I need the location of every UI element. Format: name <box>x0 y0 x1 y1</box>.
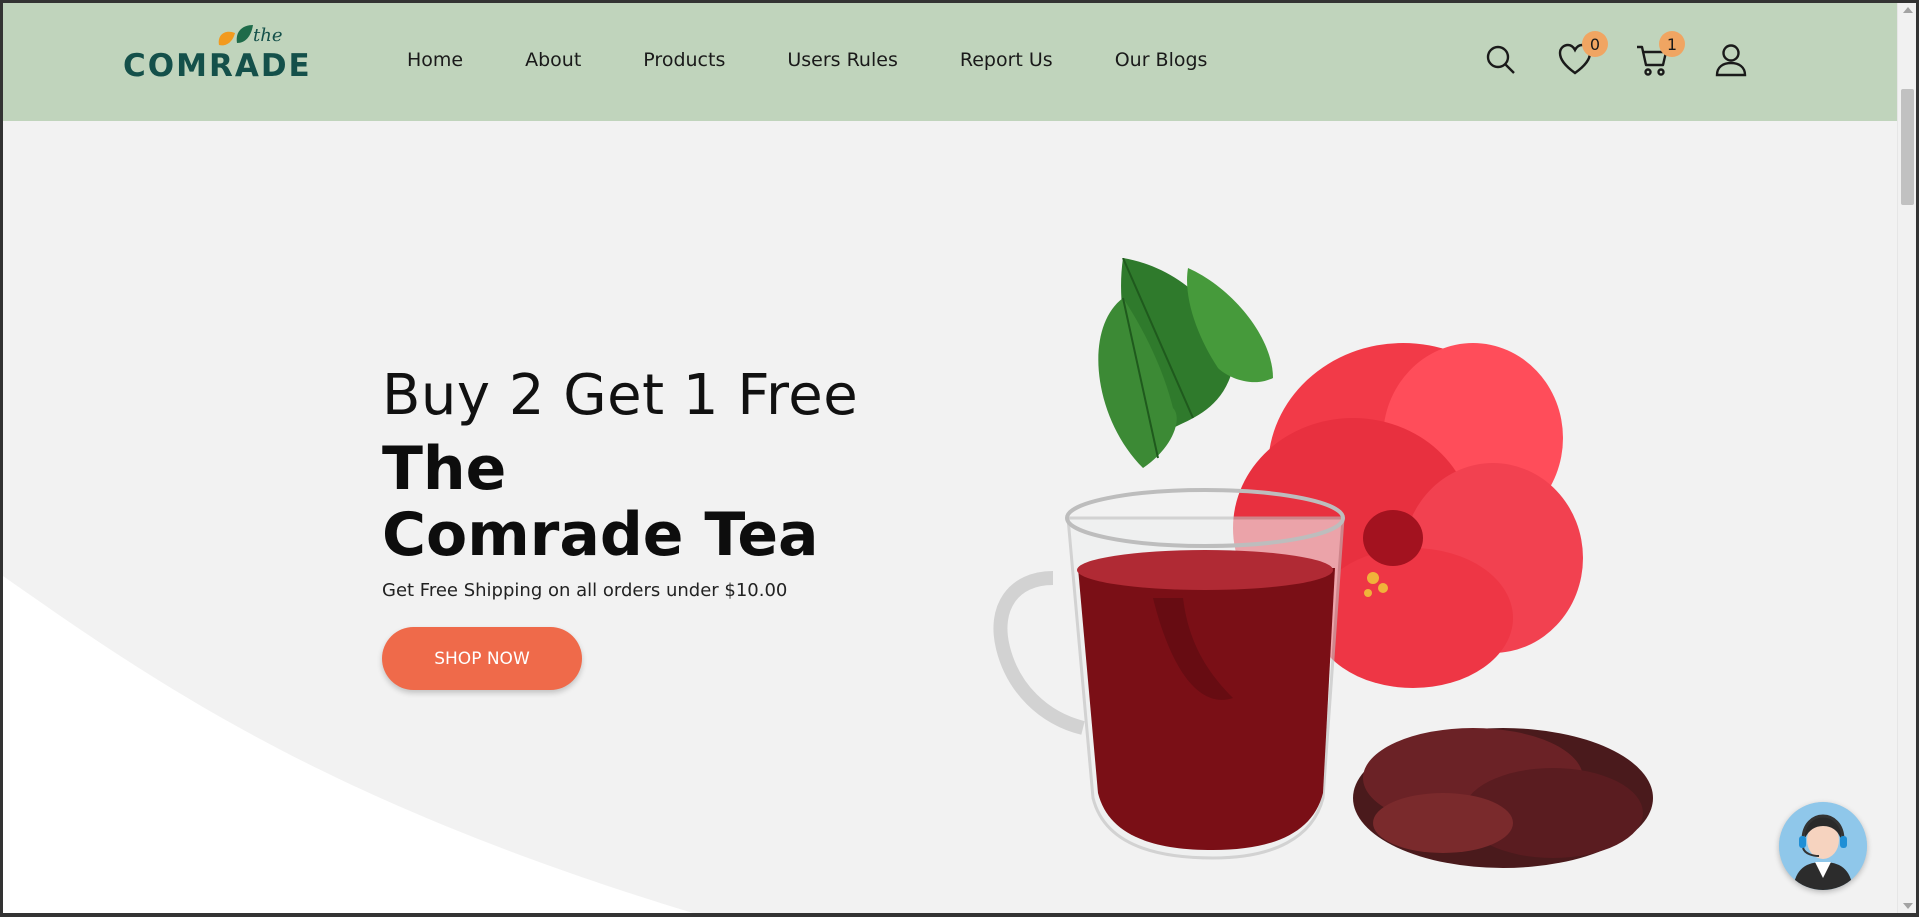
scroll-thumb[interactable] <box>1901 89 1914 205</box>
cart-button[interactable]: 1 <box>1635 31 1685 77</box>
leaf-shape <box>1098 258 1273 468</box>
hero-title-line1: The <box>382 434 507 504</box>
account-button[interactable] <box>1714 43 1748 77</box>
shop-now-button[interactable]: SHOP NOW <box>382 627 582 690</box>
support-chat-button[interactable] <box>1779 802 1867 890</box>
site-header: the COMRADE Home About Products Users Ru… <box>3 3 1900 121</box>
brand-logo[interactable]: the COMRADE <box>123 23 313 84</box>
support-agent-icon <box>1779 802 1867 890</box>
brand-name: COMRADE <box>123 48 312 84</box>
hero-title-line2: Comrade Tea <box>382 500 819 570</box>
nav-our-blogs[interactable]: Our Blogs <box>1115 49 1208 71</box>
main-nav: Home About Products Users Rules Report U… <box>407 49 1269 71</box>
nav-products[interactable]: Products <box>643 49 725 71</box>
nav-users-rules[interactable]: Users Rules <box>787 49 898 71</box>
hero-text-block: Buy 2 Get 1 Free The Comrade Tea Get Fre… <box>382 363 858 690</box>
hero-subtext: Get Free Shipping on all orders under $1… <box>382 580 788 601</box>
cart-count-badge: 1 <box>1659 31 1685 57</box>
hero-promo: Buy 2 Get 1 Free <box>382 363 859 428</box>
search-icon <box>1486 45 1515 74</box>
user-icon <box>1715 44 1747 77</box>
hibiscus-tea-image <box>993 258 1653 868</box>
vertical-scrollbar[interactable] <box>1897 3 1916 913</box>
dried-hibiscus-pile <box>1353 728 1653 868</box>
brand-the: the <box>253 25 283 46</box>
nav-home[interactable]: Home <box>407 49 463 71</box>
scroll-down-arrow-icon[interactable] <box>1903 903 1913 909</box>
leaf-icon <box>218 25 253 46</box>
wishlist-button[interactable]: 0 <box>1558 31 1608 77</box>
search-button[interactable] <box>1484 43 1518 77</box>
scroll-up-arrow-icon[interactable] <box>1903 7 1913 13</box>
wishlist-count-badge: 0 <box>1582 31 1608 57</box>
nav-about[interactable]: About <box>525 49 581 71</box>
nav-report-us[interactable]: Report Us <box>960 49 1053 71</box>
tea-cup <box>993 488 1345 860</box>
